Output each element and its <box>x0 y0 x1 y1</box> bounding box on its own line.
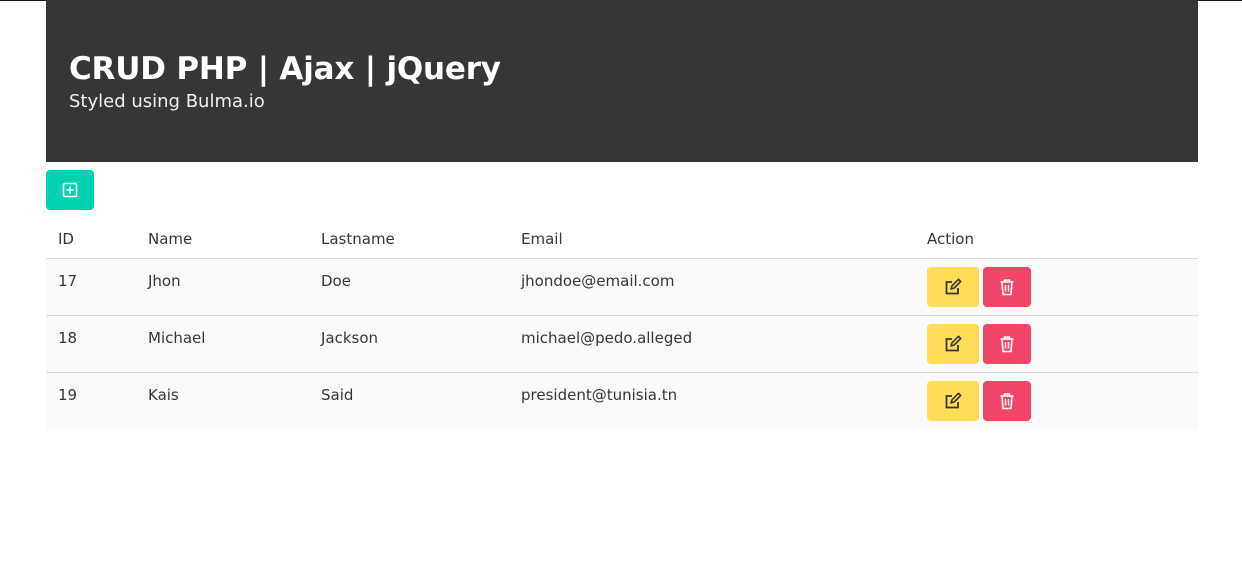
hero-banner: CRUD PHP | Ajax | jQuery Styled using Bu… <box>46 0 1198 162</box>
cell-actions <box>915 258 1198 316</box>
cell-id: 18 <box>46 315 136 373</box>
delete-button[interactable] <box>983 381 1031 421</box>
table-header-row: ID Name Lastname Email Action <box>46 220 1198 259</box>
edit-button[interactable] <box>927 324 979 364</box>
cell-name: Michael <box>136 315 309 373</box>
trash-icon <box>1000 336 1014 353</box>
cell-id: 19 <box>58 386 78 404</box>
table-row: 17 Jhon Doe jhondoe@email.com <box>46 258 1198 316</box>
edit-button[interactable] <box>927 267 979 307</box>
header-id: ID <box>46 220 136 259</box>
header-email: Email <box>509 220 915 259</box>
cell-lastname: Said <box>321 386 354 404</box>
cell-email: michael@pedo.alleged <box>509 315 915 373</box>
page-container: CRUD PHP | Ajax | jQuery Styled using Bu… <box>46 0 1198 429</box>
cell-email: president@tunisia.tn <box>521 386 678 404</box>
cell-name: Jhon <box>136 258 309 316</box>
delete-button[interactable] <box>983 267 1031 307</box>
edit-icon <box>945 278 962 295</box>
cell-email: jhondoe@email.com <box>509 258 915 316</box>
add-record-button[interactable] <box>46 170 94 210</box>
edit-icon <box>945 335 962 352</box>
cell-lastname: Doe <box>309 258 509 316</box>
records-table: ID Name Lastname Email Action 17 Jhon Do… <box>46 220 1198 429</box>
cell-lastname: Jackson <box>309 315 509 373</box>
table-row: 19 Kais Said president@tunisia.tn <box>46 372 1198 430</box>
cell-actions <box>915 315 1198 373</box>
cell-actions <box>915 373 1198 430</box>
delete-button[interactable] <box>983 324 1031 364</box>
page-title: CRUD PHP | Ajax | jQuery <box>69 51 501 87</box>
trash-icon <box>1000 393 1014 410</box>
trash-icon <box>1000 279 1014 296</box>
cell-name: Kais <box>148 386 179 404</box>
edit-icon <box>945 392 962 409</box>
header-name: Name <box>136 220 309 259</box>
page-subtitle: Styled using Bulma.io <box>69 91 265 112</box>
table-row: 18 Michael Jackson michael@pedo.alleged <box>46 315 1198 373</box>
header-action: Action <box>915 220 1198 259</box>
edit-button[interactable] <box>927 381 979 421</box>
header-lastname: Lastname <box>309 220 509 259</box>
cell-id: 17 <box>46 258 136 316</box>
plus-square-icon <box>62 182 78 198</box>
